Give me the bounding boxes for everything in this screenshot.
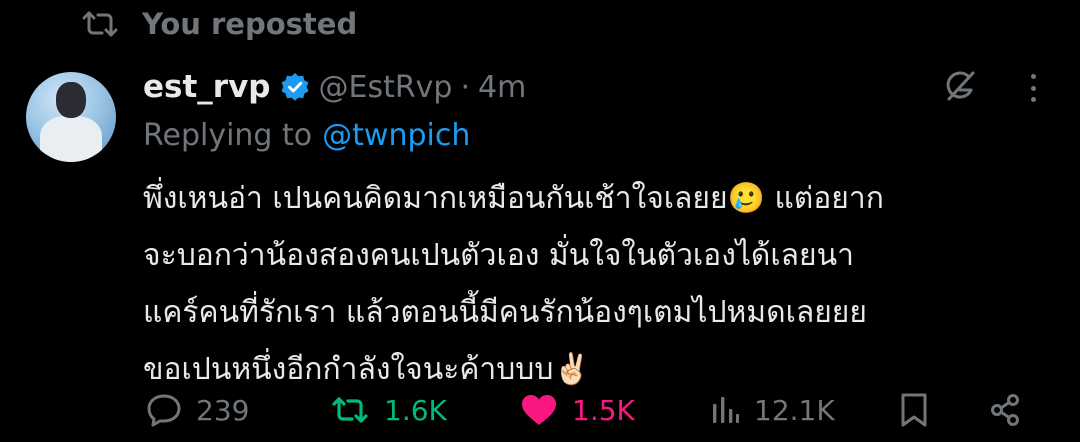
tweet-text-line: พึ่งเหนอ่า เปนคนคิดมากเหมือนกันเช้าใจเลย… xyxy=(143,181,884,216)
avatar[interactable] xyxy=(26,72,116,162)
bookmark-icon xyxy=(898,392,930,428)
user-handle[interactable]: @EstRvp xyxy=(318,70,452,105)
grok-icon[interactable] xyxy=(940,66,980,106)
timestamp[interactable]: 4m xyxy=(478,70,526,105)
repost-banner: You reposted xyxy=(80,2,357,46)
share-icon xyxy=(988,393,1022,427)
more-options-icon[interactable] xyxy=(1018,70,1048,106)
views-count: 12.1K xyxy=(754,393,835,427)
repost-action-icon xyxy=(330,394,370,426)
like-button[interactable]: 1.5K xyxy=(520,382,635,438)
views-icon xyxy=(710,395,740,425)
replying-to-label: Replying to xyxy=(143,117,313,153)
action-bar: 239 1.6K 1.5K 12.1K xyxy=(0,382,1080,438)
bookmark-button[interactable] xyxy=(898,382,930,438)
separator-dot: · xyxy=(460,69,471,105)
display-name[interactable]: est_rvp xyxy=(143,69,270,105)
repost-banner-text: You reposted xyxy=(142,7,358,41)
like-count: 1.5K xyxy=(572,393,635,427)
views-button[interactable]: 12.1K xyxy=(710,382,835,438)
reply-icon xyxy=(146,393,182,427)
tweet-text-line: จะบอกว่าน้องสองคนเปนตัวเอง มั่นใจในตัวเอ… xyxy=(143,238,854,273)
share-button[interactable] xyxy=(988,382,1022,438)
heart-icon xyxy=(520,393,558,427)
verified-badge-icon[interactable] xyxy=(280,72,310,102)
repost-icon xyxy=(80,6,124,42)
reply-mention-link[interactable]: @twnpich xyxy=(322,118,470,153)
reply-button[interactable]: 239 xyxy=(146,382,249,438)
tweet-text-line: แคร์คนที่รักเรา แล้วตอนนี้มีคนรักน้องๆเต… xyxy=(143,295,867,330)
tweet-text: พึ่งเหนอ่า เปนคนคิดมากเหมือนกันเช้าใจเลย… xyxy=(143,170,1063,398)
repost-count: 1.6K xyxy=(384,393,447,427)
tweet-header: est_rvp @EstRvp · 4m xyxy=(143,64,526,110)
replying-to-line: Replying to @twnpich xyxy=(143,113,470,157)
reply-count: 239 xyxy=(196,393,250,427)
repost-button[interactable]: 1.6K xyxy=(330,382,447,438)
